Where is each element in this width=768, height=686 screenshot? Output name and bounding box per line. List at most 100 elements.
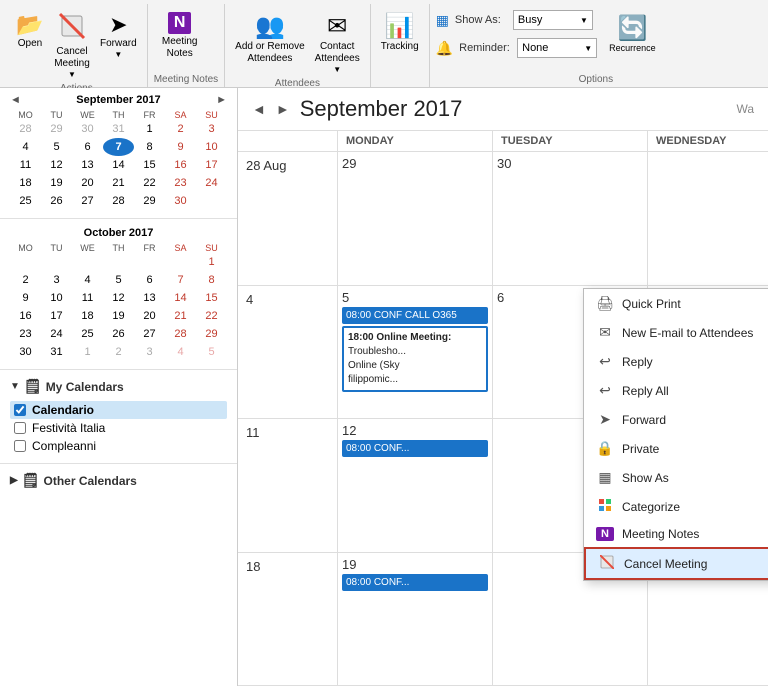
sep-day-11[interactable]: 11 xyxy=(10,156,41,174)
context-item-reply-all[interactable]: ↩ Reply All xyxy=(584,376,768,405)
sep-day-6[interactable]: 6 xyxy=(72,138,103,156)
sep-day-14[interactable]: 14 xyxy=(103,156,134,174)
context-item-cancel-meeting[interactable]: Cancel Meeting xyxy=(584,547,768,580)
oct-day-28[interactable]: 28 xyxy=(165,325,196,343)
oct-day-8[interactable]: 8 xyxy=(196,271,227,289)
cal-cell-5[interactable]: 5 08:00 CONF CALL O365 18:00 Online Meet… xyxy=(338,286,493,419)
sep-day-10[interactable]: 10 xyxy=(196,138,227,156)
sep-day-17[interactable]: 17 xyxy=(196,156,227,174)
context-item-show-as[interactable]: ▦ Show As ▶ xyxy=(584,463,768,492)
oct-day-14[interactable]: 14 xyxy=(165,289,196,307)
oct-day-25[interactable]: 25 xyxy=(72,325,103,343)
sep-day-4[interactable]: 4 xyxy=(10,138,41,156)
calendario-checkbox[interactable] xyxy=(14,404,26,416)
oct-day-11[interactable]: 11 xyxy=(72,289,103,307)
oct-day-20[interactable]: 20 xyxy=(134,307,165,325)
oct-day-5[interactable]: 5 xyxy=(196,343,227,361)
sep-next-nav[interactable]: ► xyxy=(216,94,227,106)
cal-cell-19[interactable]: 19 08:00 CONF... xyxy=(338,553,493,686)
sep-day-29[interactable]: 29 xyxy=(134,192,165,210)
oct-day-1[interactable]: 1 xyxy=(196,253,227,271)
compleanni-checkbox[interactable] xyxy=(14,440,26,452)
sep-day-16[interactable]: 16 xyxy=(165,156,196,174)
context-item-categorize[interactable]: Categorize ▶ xyxy=(584,492,768,521)
sep-day-26[interactable]: 26 xyxy=(41,192,72,210)
oct-day-3[interactable]: 3 xyxy=(134,343,165,361)
context-item-quick-print[interactable]: 🖨 Quick Print xyxy=(584,289,768,318)
oct-day-24[interactable]: 24 xyxy=(41,325,72,343)
sep-day-13[interactable]: 13 xyxy=(72,156,103,174)
sep-day-5[interactable]: 5 xyxy=(41,138,72,156)
oct-day-27[interactable]: 27 xyxy=(134,325,165,343)
sep-day-22[interactable]: 22 xyxy=(134,174,165,192)
event-conf-call[interactable]: 08:00 CONF CALL O365 xyxy=(342,307,488,324)
cal-cell-12[interactable]: 12 08:00 CONF... xyxy=(338,419,493,552)
calendar-item-compleanni[interactable]: Compleanni xyxy=(10,437,227,455)
oct-day-9[interactable]: 9 xyxy=(10,289,41,307)
oct-day-31[interactable]: 31 xyxy=(41,343,72,361)
context-item-forward[interactable]: ➤ Forward xyxy=(584,405,768,434)
sep-day-28[interactable]: 28 xyxy=(10,120,41,138)
sep-day-29[interactable]: 29 xyxy=(41,120,72,138)
recurrence-button[interactable]: 🔄 Recurrence xyxy=(605,10,660,74)
cal-cell-30[interactable]: 30 xyxy=(493,152,648,285)
other-calendars-header[interactable]: ▶ 🗒 Other Calendars xyxy=(10,472,227,489)
sep-day-7[interactable]: 7 xyxy=(103,138,134,156)
cal-cell-29[interactable]: 29 xyxy=(338,152,493,285)
oct-day-30[interactable]: 30 xyxy=(10,343,41,361)
sep-day-21[interactable]: 21 xyxy=(103,174,134,192)
show-as-select[interactable]: Busy ▼ xyxy=(513,10,593,30)
calendar-item-festivita[interactable]: Festività Italia xyxy=(10,419,227,437)
open-button[interactable]: 📂 Open xyxy=(12,8,48,53)
sep-day-2[interactable]: 2 xyxy=(165,120,196,138)
oct-day-16[interactable]: 16 xyxy=(10,307,41,325)
oct-day-7[interactable]: 7 xyxy=(165,271,196,289)
sep-day-18[interactable]: 18 xyxy=(10,174,41,192)
oct-day-15[interactable]: 15 xyxy=(196,289,227,307)
sep-day-27[interactable]: 27 xyxy=(72,192,103,210)
event-12-conf[interactable]: 08:00 CONF... xyxy=(342,440,488,457)
oct-day-4[interactable]: 4 xyxy=(165,343,196,361)
oct-day-19[interactable]: 19 xyxy=(103,307,134,325)
meeting-notes-button[interactable]: N MeetingNotes xyxy=(154,8,206,64)
oct-day-12[interactable]: 12 xyxy=(103,289,134,307)
context-item-private[interactable]: 🔒 Private xyxy=(584,434,768,463)
oct-day-22[interactable]: 22 xyxy=(196,307,227,325)
forward-button[interactable]: ➤ Forward ▼ xyxy=(96,8,141,63)
sep-day-1[interactable]: 1 xyxy=(134,120,165,138)
cal-next-nav[interactable]: ► xyxy=(276,101,290,117)
add-remove-attendees-button[interactable]: 👥 Add or RemoveAttendees xyxy=(231,8,308,69)
sep-day-8[interactable]: 8 xyxy=(134,138,165,156)
oct-day-2[interactable]: 2 xyxy=(103,343,134,361)
oct-day-10[interactable]: 10 xyxy=(41,289,72,307)
context-item-meeting-notes[interactable]: N Meeting Notes xyxy=(584,521,768,547)
my-calendars-header[interactable]: ▼ 🗒 My Calendars xyxy=(10,378,227,395)
oct-day-21[interactable]: 21 xyxy=(165,307,196,325)
oct-day-4[interactable]: 4 xyxy=(72,271,103,289)
sep-prev-nav[interactable]: ◄ xyxy=(10,94,21,106)
sep-day-24[interactable]: 24 xyxy=(196,174,227,192)
event-online-meeting[interactable]: 18:00 Online Meeting: Troublesho... Onli… xyxy=(342,326,488,392)
oct-day-29[interactable]: 29 xyxy=(196,325,227,343)
reminder-select[interactable]: None ▼ xyxy=(517,38,597,58)
sep-day-30[interactable]: 30 xyxy=(72,120,103,138)
sep-day-31[interactable]: 31 xyxy=(103,120,134,138)
sep-day-25[interactable]: 25 xyxy=(10,192,41,210)
oct-day-18[interactable]: 18 xyxy=(72,307,103,325)
context-item-new-email[interactable]: ✉ New E-mail to Attendees xyxy=(584,318,768,347)
tracking-button[interactable]: 📊 Tracking xyxy=(377,8,423,56)
sep-day-3[interactable]: 3 xyxy=(196,120,227,138)
calendar-item-calendario[interactable]: Calendario xyxy=(10,401,227,419)
oct-day-2[interactable]: 2 xyxy=(10,271,41,289)
oct-day-5[interactable]: 5 xyxy=(103,271,134,289)
sep-day-19[interactable]: 19 xyxy=(41,174,72,192)
sep-day-30[interactable]: 30 xyxy=(165,192,196,210)
sep-day-15[interactable]: 15 xyxy=(134,156,165,174)
oct-day-13[interactable]: 13 xyxy=(134,289,165,307)
oct-day-6[interactable]: 6 xyxy=(134,271,165,289)
festivita-checkbox[interactable] xyxy=(14,422,26,434)
oct-day-26[interactable]: 26 xyxy=(103,325,134,343)
sep-day-28[interactable]: 28 xyxy=(103,192,134,210)
oct-day-3[interactable]: 3 xyxy=(41,271,72,289)
contact-attendees-button[interactable]: ✉ ContactAttendees ▼ xyxy=(311,8,364,78)
